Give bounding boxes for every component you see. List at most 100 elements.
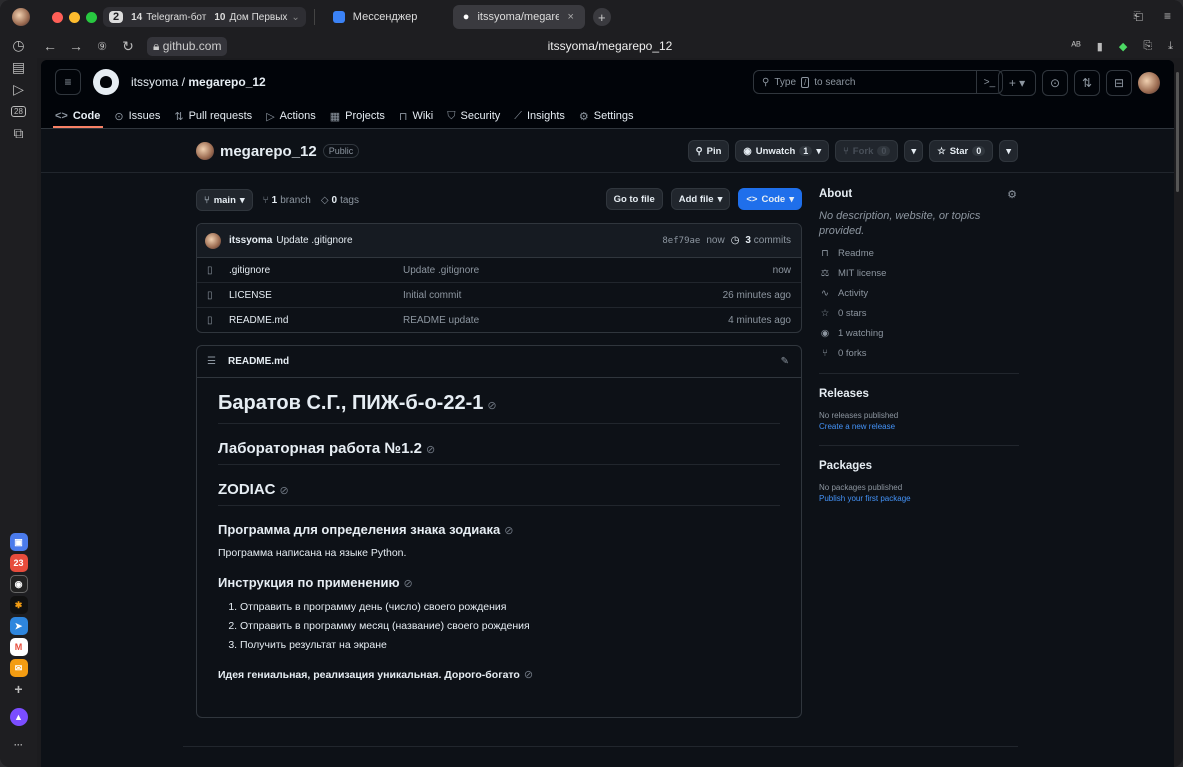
screenshot-icon[interactable]: ⧉ xyxy=(0,122,37,144)
app-notes-icon[interactable]: ▣ xyxy=(9,533,28,551)
tab-github[interactable]: ● itssyoma/megarepo_12 × xyxy=(452,5,585,29)
tab-group[interactable]: 2 14 Telegram-бот 10 Дом Первых ⌄ xyxy=(103,7,306,27)
fork-button[interactable]: ⑂ Fork 0 xyxy=(835,140,899,162)
pin-button[interactable]: ⚲ Pin xyxy=(687,140,730,162)
issues-icon[interactable]: ⊙ xyxy=(1042,70,1068,96)
branches-link[interactable]: ⑂ 1 branch xyxy=(263,195,311,206)
owner-avatar[interactable] xyxy=(196,142,214,160)
anchor-link-icon[interactable]: ⊘ xyxy=(524,669,533,681)
tab-messenger[interactable]: Мессенджер xyxy=(323,5,453,29)
download-icon[interactable]: ⤓ xyxy=(1168,40,1173,53)
fork-dropdown-button[interactable]: ▾ xyxy=(904,140,924,162)
inbox-icon[interactable]: ⊟ xyxy=(1106,70,1132,96)
close-tab-icon[interactable]: × xyxy=(567,11,573,23)
file-row[interactable]: ▯ LICENSE Initial commit 26 minutes ago xyxy=(197,283,801,308)
license-link[interactable]: ⚖ MIT license xyxy=(819,268,1019,279)
file-name[interactable]: LICENSE xyxy=(229,290,403,301)
star-dropdown-button[interactable]: ▾ xyxy=(999,140,1018,162)
reload-icon[interactable]: ↻ xyxy=(115,38,141,55)
app-game-icon[interactable]: ✱ xyxy=(9,596,28,614)
breadcrumb-owner[interactable]: itssyoma xyxy=(131,75,178,89)
file-commit-message[interactable]: Initial commit xyxy=(403,290,461,301)
app-calendar-icon[interactable]: 23 xyxy=(9,554,28,572)
bookmark-icon[interactable]: ▮ xyxy=(1097,40,1103,53)
watching-link[interactable]: ◉ 1 watching xyxy=(819,328,1019,339)
activity-link[interactable]: ∿ Activity xyxy=(819,288,1019,299)
tab-wiki[interactable]: ⊓ Wiki xyxy=(399,104,433,128)
forks-link[interactable]: ⑂ 0 forks xyxy=(819,348,1019,359)
new-tab-button[interactable]: + xyxy=(592,8,611,26)
tab-issues[interactable]: ⊙ Issues xyxy=(114,104,160,128)
forward-icon[interactable]: → xyxy=(63,38,89,54)
branch-select[interactable]: ⑂ main ▾ xyxy=(196,189,253,211)
tab-actions[interactable]: ▷ Actions xyxy=(266,104,316,128)
file-name[interactable]: README.md xyxy=(229,315,403,326)
tab-projects[interactable]: ▦ Projects xyxy=(330,104,385,128)
packages-title[interactable]: Packages xyxy=(819,460,1019,472)
releases-title[interactable]: Releases xyxy=(819,388,1019,400)
code-button[interactable]: <> Code ▾ xyxy=(738,188,802,210)
readme-link[interactable]: ⊓ Readme xyxy=(819,248,1019,259)
repo-name[interactable]: megarepo_12 xyxy=(220,143,317,160)
tab-settings[interactable]: ⚙ Settings xyxy=(579,104,634,128)
scrollbar[interactable] xyxy=(1176,72,1179,192)
sidebar-toggle-icon[interactable]: ⎗ xyxy=(1133,9,1143,24)
protect-icon[interactable]: ⑨ xyxy=(89,40,115,53)
publish-package-link[interactable]: Publish your first package xyxy=(819,494,1019,503)
stars-link[interactable]: ☆ 0 stars xyxy=(819,308,1019,319)
commits-link[interactable]: 3 commits xyxy=(745,235,791,246)
tags-link[interactable]: ◇ 0 tags xyxy=(321,195,359,206)
file-commit-message[interactable]: Update .gitignore xyxy=(403,265,479,276)
minimize-window-button[interactable] xyxy=(69,11,80,23)
anchor-link-icon[interactable]: ⊘ xyxy=(504,525,513,537)
outline-icon[interactable]: ☰ xyxy=(207,356,216,367)
extension-icon[interactable]: ◆ xyxy=(1119,40,1127,53)
app-messages-icon[interactable]: ✉ xyxy=(9,659,28,677)
add-app-icon[interactable]: + xyxy=(10,680,28,698)
commit-message[interactable]: Update .gitignore xyxy=(276,235,352,246)
edit-icon[interactable]: ✎ xyxy=(781,356,789,367)
file-row[interactable]: ▯ .gitignore Update .gitignore now xyxy=(197,258,801,283)
tab-pull-requests[interactable]: ⇅ Pull requests xyxy=(174,104,252,128)
github-logo-icon[interactable] xyxy=(93,69,119,95)
star-button[interactable]: ☆ Star 0 xyxy=(929,140,994,162)
maximize-window-button[interactable] xyxy=(86,11,97,23)
play-icon[interactable]: ▷ xyxy=(0,78,37,100)
close-window-button[interactable] xyxy=(52,11,63,23)
hamburger-menu-button[interactable]: ≡ xyxy=(55,69,81,95)
anchor-link-icon[interactable]: ⊘ xyxy=(487,400,496,412)
profile-avatar[interactable] xyxy=(12,8,30,26)
go-to-file-button[interactable]: Go to file xyxy=(605,188,663,210)
back-icon[interactable]: ← xyxy=(37,38,63,54)
url-field[interactable]: 🔒︎ github.com xyxy=(147,36,228,56)
app-mail-icon[interactable]: M xyxy=(9,638,28,656)
tab-security[interactable]: ⛉ Security xyxy=(447,104,500,128)
app-telegram-icon[interactable]: ➤ xyxy=(9,617,28,635)
breadcrumb-repo[interactable]: megarepo_12 xyxy=(188,75,265,89)
tab-code[interactable]: <> Code xyxy=(55,104,100,128)
anchor-link-icon[interactable]: ⊘ xyxy=(404,578,413,590)
anchor-link-icon[interactable]: ⊘ xyxy=(426,444,435,456)
user-avatar[interactable] xyxy=(1138,72,1160,94)
notes-icon[interactable]: ▤ xyxy=(0,56,37,78)
unwatch-button[interactable]: ◉ Unwatch 1 ▾ xyxy=(735,140,830,162)
app-music-icon[interactable]: ◉ xyxy=(9,575,28,593)
create-new-button[interactable]: + ▾ xyxy=(998,70,1036,96)
tab-insights[interactable]: ⟋ Insights xyxy=(514,104,565,128)
create-release-link[interactable]: Create a new release xyxy=(819,422,1019,431)
gear-icon[interactable]: ⚙ xyxy=(1007,188,1017,201)
file-commit-message[interactable]: README update xyxy=(403,315,479,326)
anchor-link-icon[interactable]: ⊘ xyxy=(280,485,289,497)
translate-icon[interactable]: ᴬᴮ xyxy=(1071,40,1081,53)
file-row[interactable]: ▯ README.md README update 4 minutes ago xyxy=(197,308,801,332)
app-alice-icon[interactable]: ▲ xyxy=(9,708,28,726)
add-file-button[interactable]: Add file ▾ xyxy=(670,188,731,210)
history-icon[interactable]: ◷ xyxy=(0,34,37,56)
share-icon[interactable]: ⎘ xyxy=(1143,40,1152,53)
menu-icon[interactable]: ≡ xyxy=(1164,9,1171,23)
file-name[interactable]: .gitignore xyxy=(229,265,403,276)
search-input[interactable]: ⚲ Type / to search >_ xyxy=(753,70,1003,94)
commit-author[interactable]: itssyoma xyxy=(229,235,272,246)
more-icon[interactable]: ··· xyxy=(10,736,28,754)
commit-author-avatar[interactable] xyxy=(205,232,221,249)
